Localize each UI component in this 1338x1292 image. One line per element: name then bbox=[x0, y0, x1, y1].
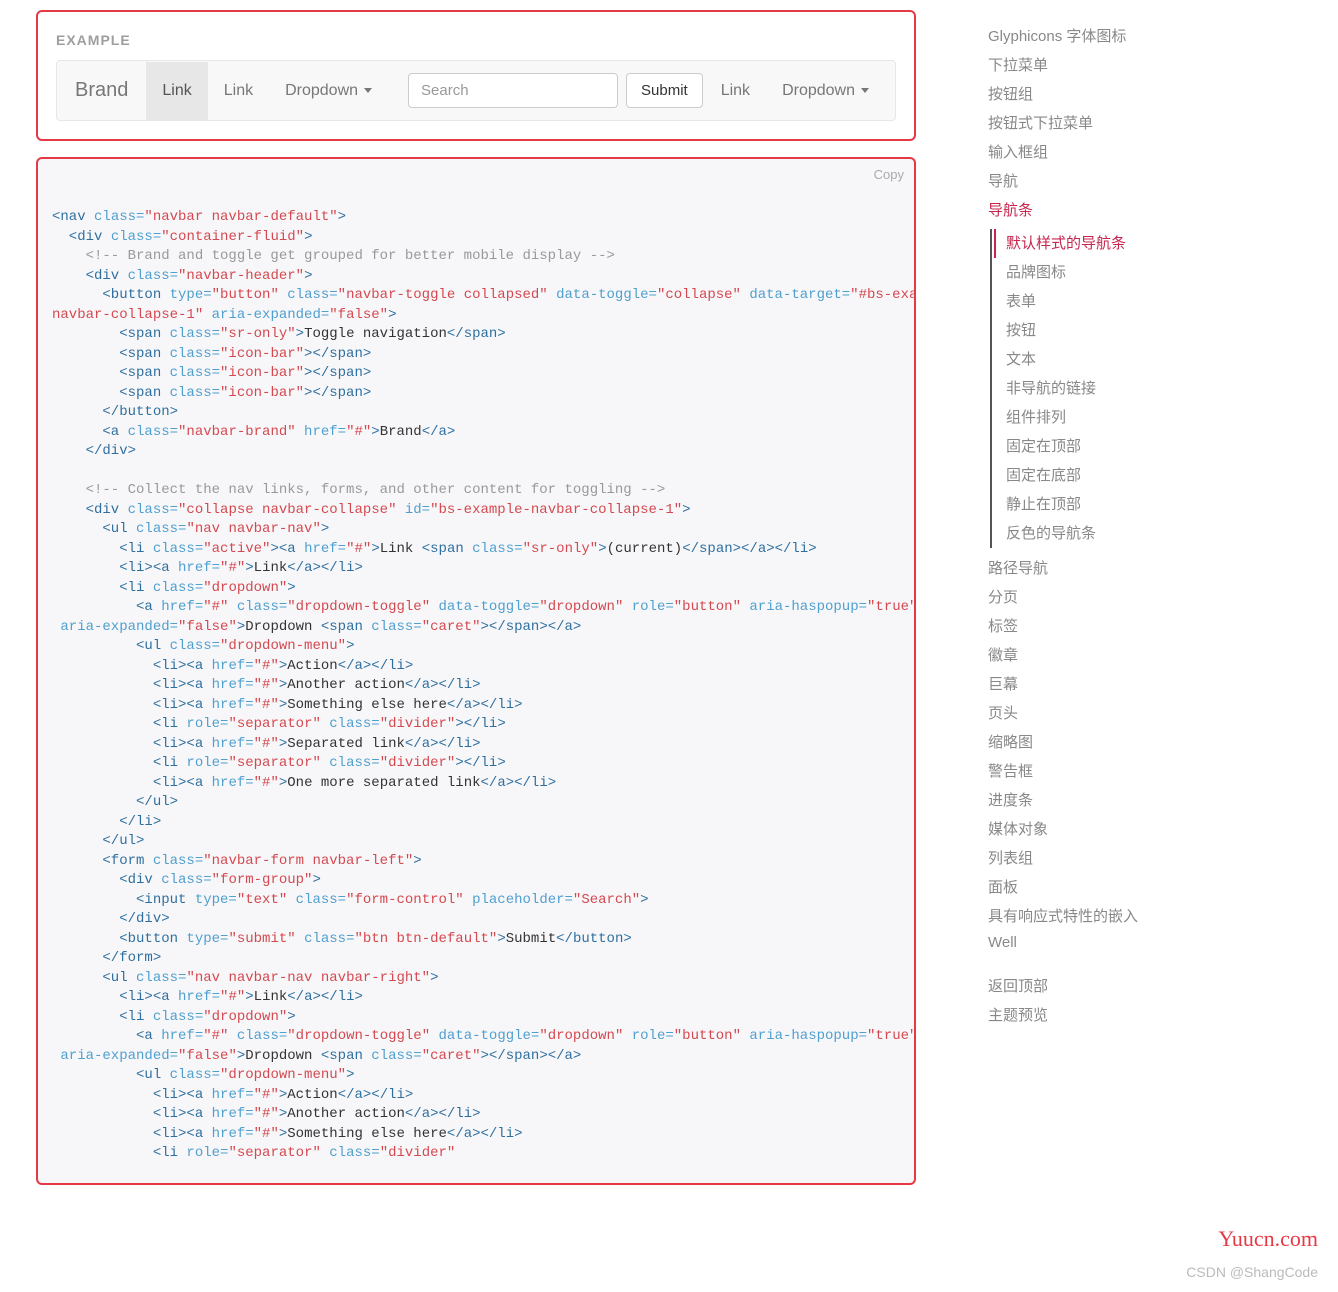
toc-item[interactable]: 警告框 bbox=[988, 757, 1158, 786]
toc-item[interactable]: 路径导航 bbox=[988, 554, 1158, 583]
watermark-csdn: CSDN @ShangCode bbox=[1186, 1264, 1318, 1280]
toc-item[interactable]: Well bbox=[988, 931, 1158, 956]
navbar-brand[interactable]: Brand bbox=[57, 61, 146, 120]
toc-item[interactable]: 面板 bbox=[988, 873, 1158, 902]
toc-item[interactable]: 标签 bbox=[988, 612, 1158, 641]
toc-item[interactable]: 媒体对象 bbox=[988, 815, 1158, 844]
copy-button[interactable]: Copy bbox=[874, 165, 904, 185]
toc-subitems: 默认样式的导航条 品牌图标 表单 按钮 文本 非导航的链接 组件排列 固定在顶部… bbox=[990, 229, 1158, 548]
toc-item[interactable]: 分页 bbox=[988, 583, 1158, 612]
toc-subitem[interactable]: 表单 bbox=[1006, 287, 1158, 316]
navbar: Brand Link Link Dropdown Submit Link Dro… bbox=[56, 60, 896, 121]
sidebar-toc: Glyphicons 字体图标 下拉菜单 按钮组 按钮式下拉菜单 输入框组 导航… bbox=[988, 22, 1158, 1030]
nav-link-2[interactable]: Link bbox=[208, 62, 269, 120]
search-input[interactable] bbox=[408, 73, 618, 108]
example-label: EXAMPLE bbox=[56, 32, 896, 48]
toc-item[interactable]: 按钮组 bbox=[988, 80, 1158, 109]
toc-subitem[interactable]: 按钮 bbox=[1006, 316, 1158, 345]
toc-item[interactable]: 页头 bbox=[988, 699, 1158, 728]
nav-dropdown-1[interactable]: Dropdown bbox=[269, 62, 388, 120]
toc-item[interactable]: 徽章 bbox=[988, 641, 1158, 670]
submit-button[interactable]: Submit bbox=[626, 73, 703, 108]
toc-item[interactable]: 输入框组 bbox=[988, 138, 1158, 167]
toc-item[interactable]: 具有响应式特性的嵌入 bbox=[988, 902, 1158, 931]
toc-item[interactable]: 下拉菜单 bbox=[988, 51, 1158, 80]
toc-subitem-active[interactable]: 默认样式的导航条 bbox=[994, 229, 1158, 258]
toc-item[interactable]: 按钮式下拉菜单 bbox=[988, 109, 1158, 138]
nav-dropdown-right[interactable]: Dropdown bbox=[766, 62, 885, 120]
watermark-yuucn: Yuucn.com bbox=[1218, 1226, 1318, 1252]
toc-item[interactable]: 导航 bbox=[988, 167, 1158, 196]
toc-subitem[interactable]: 非导航的链接 bbox=[1006, 374, 1158, 403]
toc-subitem[interactable]: 静止在顶部 bbox=[1006, 490, 1158, 519]
toc-subitem[interactable]: 反色的导航条 bbox=[1006, 519, 1158, 548]
toc-item[interactable]: 巨幕 bbox=[988, 670, 1158, 699]
toc-subitem[interactable]: 固定在底部 bbox=[1006, 461, 1158, 490]
toc-subitem[interactable]: 固定在顶部 bbox=[1006, 432, 1158, 461]
toc-subitem[interactable]: 品牌图标 bbox=[1006, 258, 1158, 287]
code-block: Copy <nav class="navbar navbar-default">… bbox=[36, 157, 916, 1185]
toc-back-top[interactable]: 返回顶部 bbox=[988, 972, 1158, 1001]
toc-theme-preview[interactable]: 主题预览 bbox=[988, 1001, 1158, 1030]
example-panel: EXAMPLE Brand Link Link Dropdown Submit … bbox=[36, 10, 916, 141]
toc-item[interactable]: 进度条 bbox=[988, 786, 1158, 815]
dropdown-label: Dropdown bbox=[285, 82, 358, 100]
toc-item[interactable]: 缩略图 bbox=[988, 728, 1158, 757]
nav-link-1[interactable]: Link bbox=[146, 62, 207, 120]
caret-icon bbox=[364, 88, 372, 93]
nav-link-right[interactable]: Link bbox=[705, 62, 766, 120]
toc-subitem[interactable]: 文本 bbox=[1006, 345, 1158, 374]
toc-item-active[interactable]: 导航条 bbox=[988, 196, 1158, 225]
toc-item[interactable]: Glyphicons 字体图标 bbox=[988, 22, 1158, 51]
toc-item[interactable]: 列表组 bbox=[988, 844, 1158, 873]
toc-subitem[interactable]: 组件排列 bbox=[1006, 403, 1158, 432]
dropdown-label-r: Dropdown bbox=[782, 82, 855, 100]
caret-icon bbox=[861, 88, 869, 93]
